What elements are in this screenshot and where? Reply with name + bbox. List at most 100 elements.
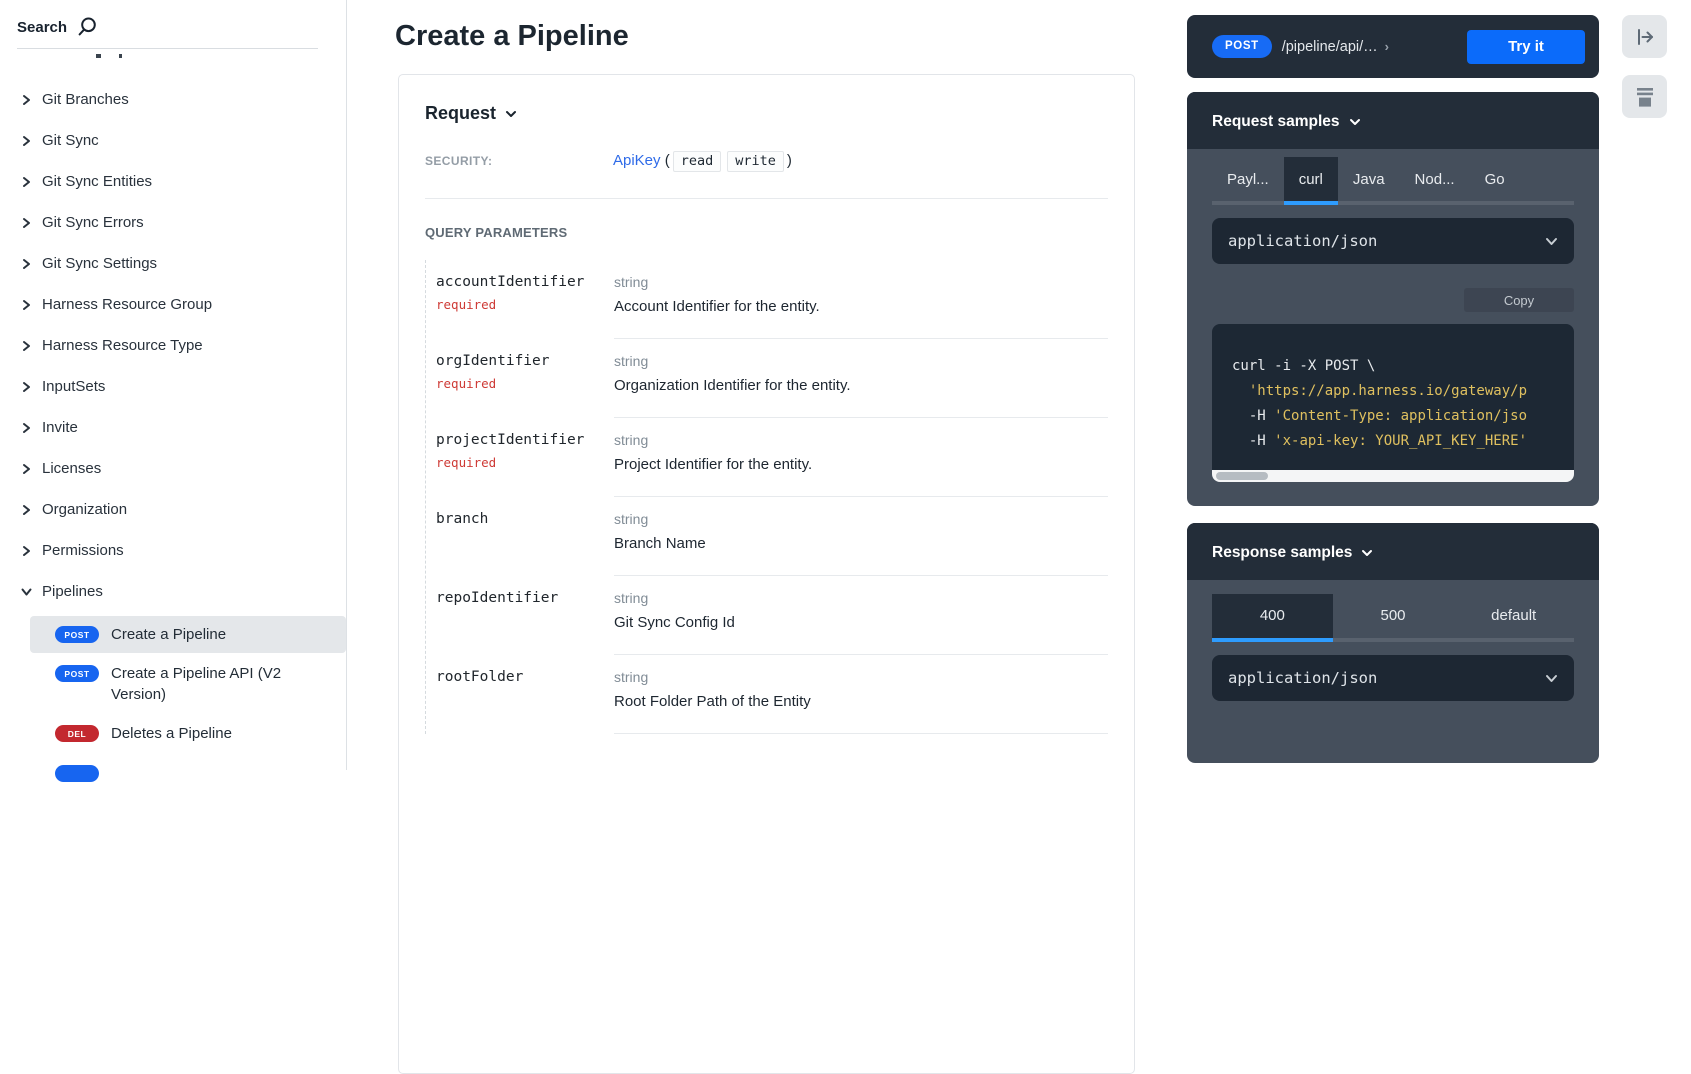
- security-label: SECURITY:: [425, 154, 613, 168]
- parameter-name-cell: rootFolder: [436, 669, 614, 734]
- post-badge: POST: [55, 665, 99, 682]
- post-badge-partial: [55, 765, 99, 782]
- parameter-name-cell: orgIdentifierrequired: [436, 353, 614, 418]
- parameter-type: string: [614, 669, 1108, 685]
- sidebar-item-organization[interactable]: Organization: [0, 489, 346, 530]
- security-value: ApiKey (readwrite): [613, 151, 1108, 172]
- language-tab-curl[interactable]: curl: [1284, 157, 1338, 201]
- content-type-select[interactable]: application/json: [1212, 218, 1574, 264]
- query-parameters-list: accountIdentifierrequiredstringAccount I…: [425, 260, 1108, 734]
- endpoint-bar[interactable]: POST /pipeline/api/… › Try it: [1187, 15, 1599, 78]
- language-tab-payl[interactable]: Payl...: [1212, 157, 1284, 201]
- horizontal-scrollbar[interactable]: [1212, 470, 1574, 482]
- sidebar-item-label: Harness Resource Type: [42, 337, 203, 354]
- sidebar-item-inputsets[interactable]: InputSets: [0, 366, 346, 407]
- scope-chip: read: [673, 151, 722, 172]
- method-badge: POST: [1212, 35, 1272, 58]
- parameter-name-cell: branch: [436, 511, 614, 576]
- request-samples-toggle[interactable]: Request samples: [1187, 92, 1599, 149]
- chevron-right-icon: [22, 217, 31, 229]
- chevron-down-icon: [1361, 549, 1373, 557]
- sidebar-item-harness-resource-group[interactable]: Harness Resource Group: [0, 284, 346, 325]
- chevron-right-icon: [22, 135, 31, 147]
- status-tab-400[interactable]: 400: [1212, 594, 1333, 638]
- parameter-detail-cell: stringRoot Folder Path of the Entity: [614, 669, 1108, 734]
- response-content-type-select[interactable]: application/json: [1212, 655, 1574, 701]
- scrollbar-thumb[interactable]: [1216, 472, 1268, 480]
- sidebar-item-label: Licenses: [42, 460, 101, 477]
- parameter-detail-cell: stringOrganization Identifier for the en…: [614, 353, 1108, 418]
- chevron-right-icon: [22, 504, 31, 516]
- pipelines-children: POST Create a Pipeline POSTCreate a Pipeli…: [0, 612, 346, 752]
- post-badge: POST: [55, 626, 99, 643]
- chevron-right-icon: [22, 258, 31, 270]
- search-icon[interactable]: [76, 16, 98, 38]
- parameter-description: Branch Name: [614, 534, 1108, 553]
- parameter-description: Account Identifier for the entity.: [614, 297, 1108, 316]
- sidebar-search[interactable]: Search: [0, 0, 346, 38]
- sidebar-operation-item[interactable]: POST Create a Pipeline: [30, 616, 346, 653]
- language-tabs: Payl...curlJavaNod...Go: [1212, 157, 1574, 205]
- request-card: Request SECURITY: ApiKey (readwrite) QUE…: [398, 74, 1135, 1074]
- content-type-value: application/json: [1228, 232, 1377, 250]
- parameter-type: string: [614, 511, 1108, 527]
- chevron-right-icon: [22, 299, 31, 311]
- response-samples-toggle[interactable]: Response samples: [1187, 523, 1599, 580]
- copy-button[interactable]: Copy: [1464, 288, 1574, 312]
- chevron-down-icon: [1349, 118, 1361, 126]
- language-tab-nod[interactable]: Nod...: [1400, 157, 1470, 201]
- chevron-right-icon: [22, 176, 31, 188]
- sidebar-item-permissions[interactable]: Permissions: [0, 530, 346, 571]
- collapse-panel-button[interactable]: [1622, 15, 1667, 58]
- try-it-button[interactable]: Try it: [1467, 30, 1585, 64]
- samples-layout-button[interactable]: [1622, 75, 1667, 118]
- parameter-row: branchstring Branch Name: [426, 497, 1108, 576]
- language-tab-java[interactable]: Java: [1338, 157, 1400, 201]
- required-flag: required: [436, 455, 614, 470]
- operation-label: Deletes a Pipeline: [111, 723, 232, 744]
- status-tab-500[interactable]: 500: [1333, 594, 1454, 638]
- sidebar-item-label: Git Sync Settings: [42, 255, 157, 272]
- sidebar-item-git-sync-settings[interactable]: Git Sync Settings: [0, 243, 346, 284]
- request-samples-heading: Request samples: [1212, 113, 1340, 131]
- sidebar-item-invite[interactable]: Invite: [0, 407, 346, 448]
- section-divider: [425, 198, 1108, 199]
- apikey-link[interactable]: ApiKey: [613, 152, 661, 169]
- sidebar-item-label: Git Sync Entities: [42, 173, 152, 190]
- sidebar-item-git-sync-entities[interactable]: Git Sync Entities: [0, 161, 346, 202]
- parameter-row: projectIdentifierrequiredstringProject I…: [426, 418, 1108, 497]
- parameter-name: branch: [436, 511, 614, 527]
- query-parameters-heading: QUERY PARAMETERS: [425, 225, 1108, 240]
- operation-label: Create a Pipeline: [111, 624, 226, 645]
- parameter-type: string: [614, 353, 1108, 369]
- sidebar-item-git-sync[interactable]: Git Sync: [0, 120, 346, 161]
- parameter-detail-cell: stringProject Identifier for the entity.: [614, 432, 1108, 497]
- chevron-down-icon: [1545, 232, 1558, 250]
- request-section-toggle[interactable]: Request: [425, 103, 1108, 124]
- sidebar-operation-item[interactable]: DELDeletes a Pipeline: [30, 715, 346, 752]
- request-section-label: Request: [425, 103, 496, 124]
- status-code-tabs: 400500default: [1212, 594, 1574, 642]
- sidebar-item-label: Permissions: [42, 542, 124, 559]
- sidebar-item-pipelines[interactable]: Pipelines: [0, 571, 346, 612]
- sidebar-item-licenses[interactable]: Licenses: [0, 448, 346, 489]
- curl-code-block: curl -i -X POST \ 'https://app.harness.i…: [1212, 324, 1574, 470]
- parameter-row: accountIdentifierrequiredstringAccount I…: [426, 260, 1108, 339]
- security-row: SECURITY: ApiKey (readwrite): [425, 151, 1108, 172]
- sidebar-item-git-branches[interactable]: Git Branches: [0, 79, 346, 120]
- sidebar-item-harness-resource-type[interactable]: Harness Resource Type: [0, 325, 346, 366]
- parameter-type: string: [614, 274, 1108, 290]
- main-content: Create a Pipeline Request SECURITY: ApiK…: [395, 0, 1140, 1074]
- parameter-type: string: [614, 432, 1108, 448]
- sidebar-item-git-sync-errors[interactable]: Git Sync Errors: [0, 202, 346, 243]
- sidebar-operation-item[interactable]: POSTCreate a Pipeline API (V2 Version): [30, 655, 346, 713]
- chevron-down-icon: [21, 587, 33, 596]
- parameter-detail-cell: string Branch Name: [614, 511, 1108, 576]
- document-list-icon: [1633, 84, 1657, 110]
- status-tab-default[interactable]: default: [1453, 594, 1574, 638]
- parameter-name: repoIdentifier: [436, 590, 614, 606]
- parameter-type: string: [614, 590, 1108, 606]
- scope-chip: write: [727, 151, 784, 172]
- sidebar-item-label: Invite: [42, 419, 78, 436]
- language-tab-go[interactable]: Go: [1470, 157, 1520, 201]
